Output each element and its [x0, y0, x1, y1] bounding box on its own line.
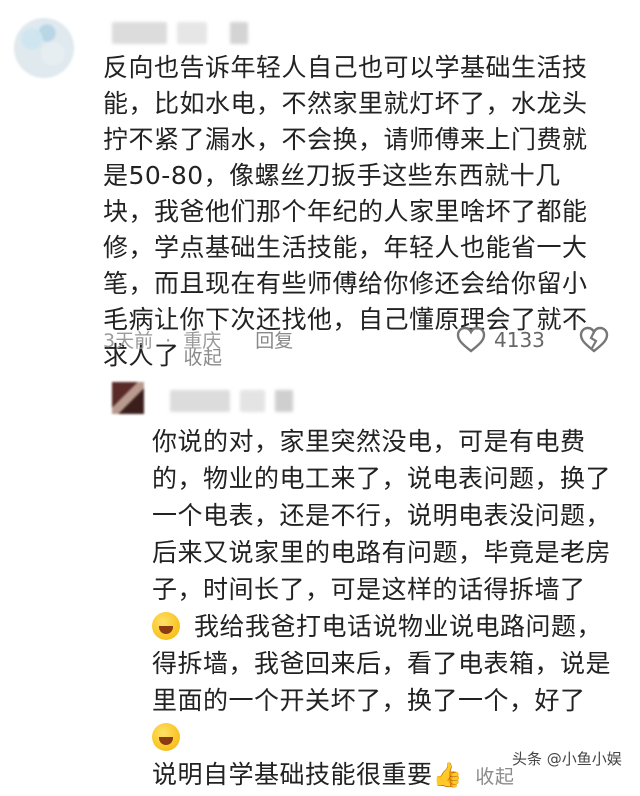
comment-meta: 3天前 · 重庆 回复 [103, 326, 299, 353]
reply-button[interactable]: 回复 [255, 330, 293, 352]
laughing-emoji-icon [152, 612, 180, 640]
reply-username-blurred-2 [240, 390, 265, 412]
username-blurred-2 [177, 22, 207, 44]
watermark: 头条 @小鱼小娱 [512, 750, 622, 768]
reply-avatar[interactable] [112, 382, 144, 414]
reply-body: 你说的对，家里突然没电，可是有电费的，物业的电工来了，说电表问题，换了一个电表，… [152, 423, 622, 796]
heart-icon [456, 326, 486, 353]
like-button[interactable]: 4133 [456, 326, 545, 354]
reply-collapse-link[interactable]: 收起 [475, 766, 514, 788]
comment-location: 重庆 [183, 330, 222, 352]
user-avatar[interactable] [14, 18, 74, 78]
reply-text-1: 你说的对，家里突然没电，可是有电费的，物业的电工来了，说电表问题，换了一个电表，… [152, 427, 612, 604]
username-blurred-3 [230, 22, 248, 44]
meta-separator: · [165, 330, 172, 352]
like-count: 4133 [494, 328, 545, 352]
reply-text-3: 说明自学基础技能很重要 [152, 760, 433, 789]
username-blurred[interactable] [112, 22, 167, 44]
grinning-emoji-icon [152, 723, 180, 751]
broken-heart-icon[interactable] [579, 326, 609, 354]
comment-text: 反向也告诉年轻人自己也可以学基础生活技能，比如水电，不然家里就灯坏了，水龙头拧不… [103, 53, 588, 370]
thumbs-up-icon: 👍 [432, 761, 463, 789]
comment-time: 3天前 [103, 330, 154, 352]
reply-text-2: 我给我爸打电话说物业说电路问题，得拆墙，我爸回来后，看了电表箱，说是里面的一个开… [152, 612, 612, 715]
reply-username-blurred-3 [275, 390, 293, 412]
reply-username-blurred[interactable] [170, 390, 230, 412]
